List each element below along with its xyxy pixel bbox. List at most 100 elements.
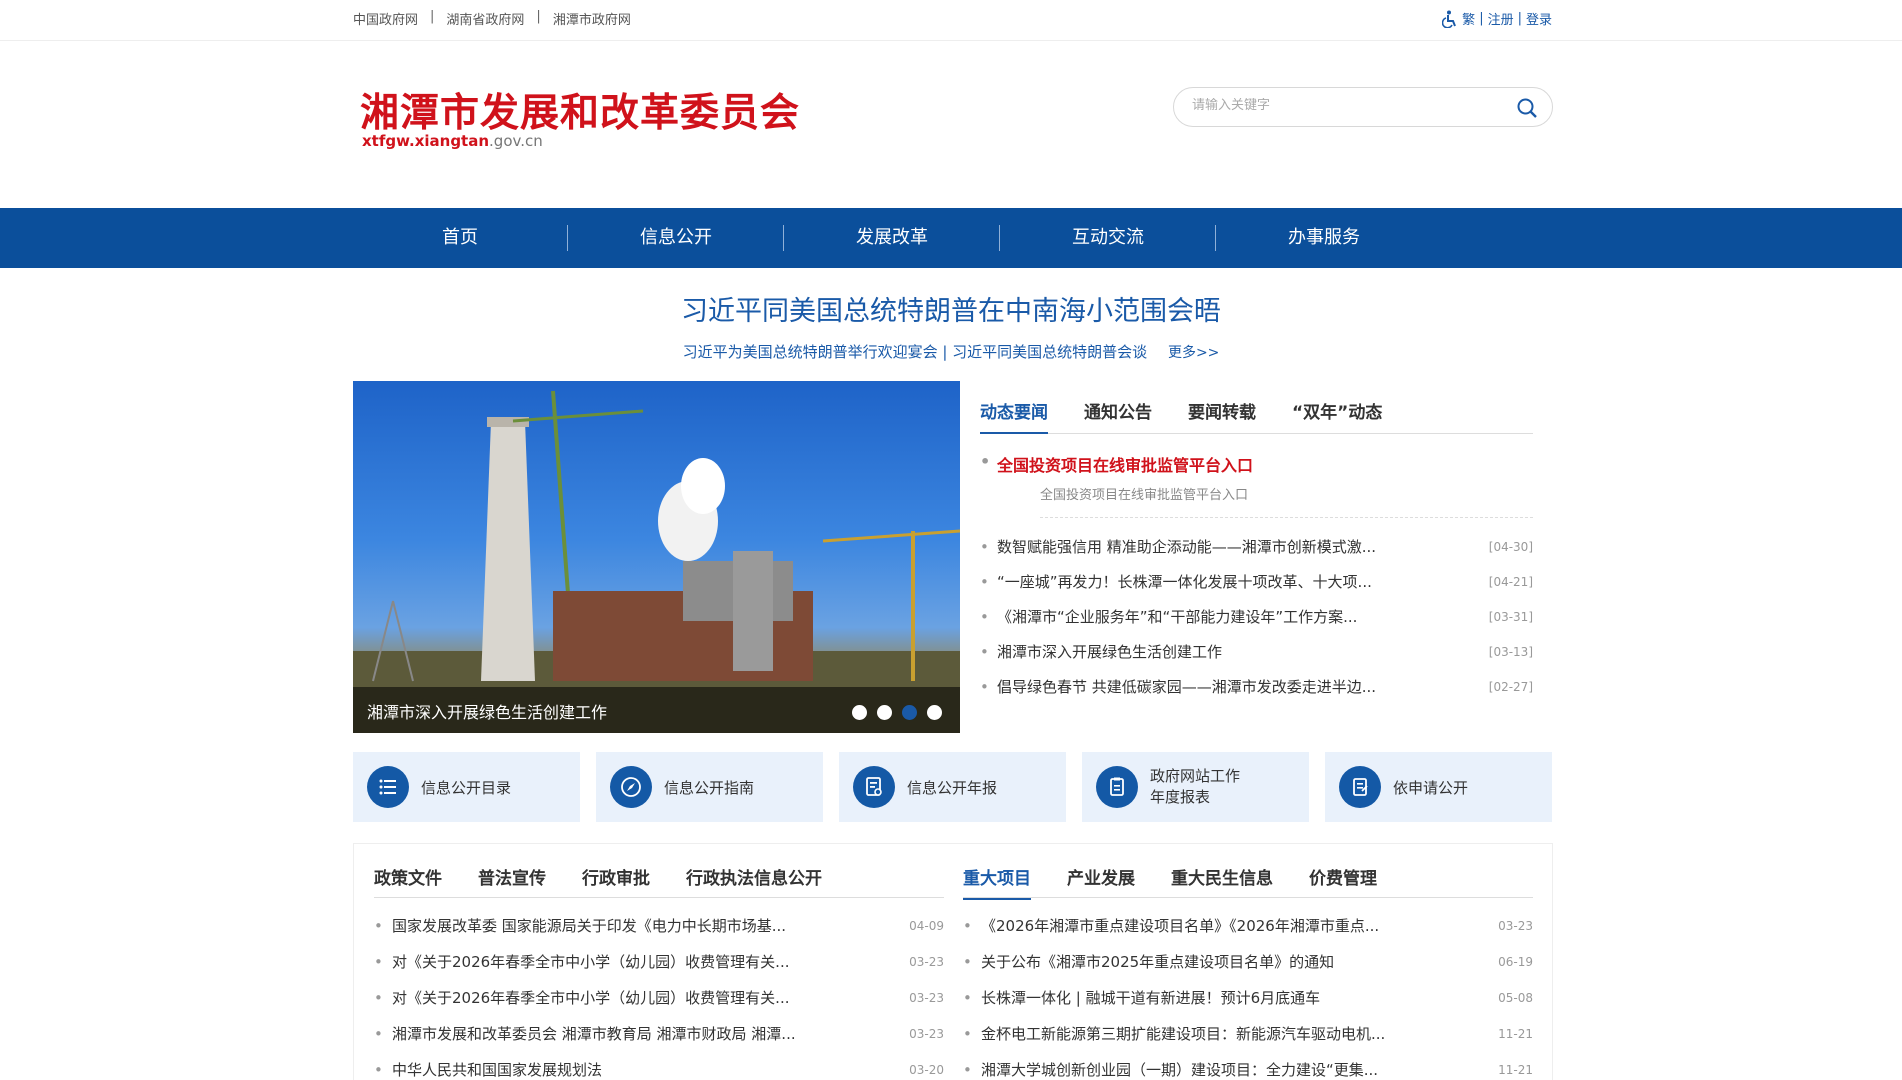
slider-dot[interactable] [877,705,892,720]
quick-link-guide[interactable]: 信息公开指南 [596,752,823,822]
quick-link-annual-report[interactable]: 信息公开年报 [839,752,1066,822]
item-date: 03-23 [1498,919,1533,933]
item-title[interactable]: 湘潭大学城创新创业园（一期）建设项目：全力建设“更集... [981,1052,1378,1080]
tab-policy-docs[interactable]: 政策文件 [374,864,442,900]
slider-dot[interactable] [852,705,867,720]
list-item[interactable]: 倡导绿色春节 共建低碳家园——湘潭市发改委走进半边... [02-27] [980,670,1533,705]
quick-link-catalog[interactable]: 信息公开目录 [353,752,580,822]
image-slider[interactable]: 湘潭市深入开展绿色生活创建工作 [353,381,960,733]
nav-services[interactable]: 办事服务 [1216,208,1432,268]
nav-label: 办事服务 [1288,227,1360,248]
list-item[interactable]: 关于公布《湘潭市2025年重点建设项目名单》的通知 06-19 [963,944,1533,980]
news-title[interactable]: 《湘潭市“企业服务年”和“干部能力建设年”工作方案... [997,600,1357,635]
item-title[interactable]: 金杯电工新能源第三期扩能建设项目：新能源汽车驱动电机... [981,1016,1385,1052]
quick-link-apply[interactable]: 依申请公开 [1325,752,1552,822]
list-item[interactable]: 中华人民共和国国家发展规划法 03-20 [374,1052,944,1080]
link-hunan-gov[interactable]: 湖南省政府网 [446,9,524,28]
item-title[interactable]: 关于公布《湘潭市2025年重点建设项目名单》的通知 [981,944,1334,980]
tab-industry[interactable]: 产业发展 [1067,864,1135,900]
slider-dot-active[interactable] [902,705,917,720]
item-title[interactable]: 中华人民共和国国家发展规划法 [392,1052,602,1080]
nav-info-disclosure[interactable]: 信息公开 [568,208,784,268]
search-input[interactable] [1192,98,1492,113]
tab-law-publicity[interactable]: 普法宣传 [478,864,546,900]
list-item[interactable]: 湘潭市深入开展绿色生活创建工作 [03-13] [980,635,1533,670]
list-item[interactable]: 《湘潭市“企业服务年”和“干部能力建设年”工作方案... [03-31] [980,600,1533,635]
quick-link-label: 依申请公开 [1393,779,1469,797]
separator: | [1517,11,1522,26]
accessibility-icon[interactable] [1442,10,1458,28]
login-link[interactable]: 登录 [1526,9,1552,28]
slide-caption[interactable]: 湘潭市深入开展绿色生活创建工作 [367,699,607,723]
item-title[interactable]: 长株潭一体化 | 融城干道有新进展！预计6月底通车 [981,980,1320,1016]
main-nav: 首页 信息公开 发展改革 互动交流 办事服务 [0,208,1902,268]
list-item[interactable]: 《2026年湘潭市重点建设项目名单》《2026年湘潭市重点... 03-23 [963,908,1533,944]
separator: | [1479,11,1484,26]
tab-price-management[interactable]: 价费管理 [1309,864,1377,900]
item-date: 11-21 [1498,1027,1533,1041]
tab-admin-approval[interactable]: 行政审批 [582,864,650,900]
tab-enforcement-info[interactable]: 行政执法信息公开 [686,864,822,900]
item-date: 03-20 [909,1063,944,1077]
headline-sub-links[interactable]: 习近平为美国总统特朗普举行欢迎宴会 | 习近平同美国总统特朗普会谈 [683,343,1148,361]
quick-link-label: 政府网站工作 年度报表 [1150,766,1240,808]
tab-reprints[interactable]: 要闻转载 [1188,398,1256,434]
top-right-links: 繁 | 注册 | 登录 [1442,9,1552,28]
domain-bold: xtfgw.xiangtan [362,132,490,150]
quick-link-line2: 年度报表 [1150,788,1211,806]
list-item[interactable]: “一座城”再发力！长株潭一体化发展十项改革、十大项... [04-21] [980,565,1533,600]
nav-label: 信息公开 [640,227,712,248]
more-link[interactable]: 更多>> [1168,345,1219,361]
policy-column: 政策文件 普法宣传 行政审批 行政执法信息公开 国家发展改革委 国家能源局关于印… [374,864,944,1080]
link-gov-cn[interactable]: 中国政府网 [353,9,418,28]
tab-livelihood[interactable]: 重大民生信息 [1171,864,1273,900]
list-item[interactable]: 金杯电工新能源第三期扩能建设项目：新能源汽车驱动电机... 11-21 [963,1016,1533,1052]
nav-label: 首页 [442,227,478,248]
news-title[interactable]: 数智赋能强信用 精准助企添动能——湘潭市创新模式激... [997,530,1376,565]
compass-icon [610,766,652,808]
tab-dynamic-news[interactable]: 动态要闻 [980,398,1048,434]
list-item[interactable]: 湘潭市发展和改革委员会 湘潭市教育局 湘潭市财政局 湘潭... 03-23 [374,1016,944,1052]
link-xiangtan-gov[interactable]: 湘潭市政府网 [553,9,631,28]
news-title[interactable]: 倡导绿色春节 共建低碳家园——湘潭市发改委走进半边... [997,670,1376,705]
list-item[interactable]: 数智赋能强信用 精准助企添动能——湘潭市创新模式激... [04-30] [980,530,1533,565]
slider-dot[interactable] [927,705,942,720]
featured-title[interactable]: 全国投资项目在线审批监管平台入口 [980,452,1533,476]
item-title[interactable]: 对《关于2026年春季全市中小学（幼儿园）收费管理有关... [392,944,789,980]
list-item[interactable]: 对《关于2026年春季全市中小学（幼儿园）收费管理有关... 03-23 [374,980,944,1016]
nav-label: 发展改革 [856,227,928,248]
nav-home[interactable]: 首页 [352,208,568,268]
traditional-chinese-link[interactable]: 繁 [1462,9,1475,28]
report-icon [853,766,895,808]
list-item[interactable]: 湘潭大学城创新创业园（一期）建设项目：全力建设“更集... 11-21 [963,1052,1533,1080]
news-date: [02-27] [1488,680,1533,694]
news-date: [04-21] [1488,575,1533,589]
nav-interaction[interactable]: 互动交流 [1000,208,1216,268]
headline-title[interactable]: 习近平同美国总统特朗普在中南海小范围会晤 [0,289,1902,328]
nav-development-reform[interactable]: 发展改革 [784,208,1000,268]
quick-link-line1: 政府网站工作 [1150,767,1241,785]
list-item[interactable]: 国家发展改革委 国家能源局关于印发《电力中长期市场基... 04-09 [374,908,944,944]
tab-major-projects[interactable]: 重大项目 [963,864,1031,900]
list-item[interactable]: 对《关于2026年春季全市中小学（幼儿园）收费管理有关... 03-23 [374,944,944,980]
item-title[interactable]: 国家发展改革委 国家能源局关于印发《电力中长期市场基... [392,908,786,944]
domain-rest: .gov.cn [489,132,543,150]
item-title[interactable]: 对《关于2026年春季全市中小学（幼儿园）收费管理有关... [392,980,789,1016]
item-title[interactable]: 《2026年湘潭市重点建设项目名单》《2026年湘潭市重点... [981,908,1379,944]
register-link[interactable]: 注册 [1488,9,1514,28]
tab-double-year[interactable]: “双年”动态 [1292,398,1382,434]
policy-tabs: 政策文件 普法宣传 行政审批 行政执法信息公开 [374,864,944,898]
list-item[interactable]: 长株潭一体化 | 融城干道有新进展！预计6月底通车 05-08 [963,980,1533,1016]
top-bar: 中国政府网 | 湖南省政府网 | 湘潭市政府网 繁 | 注册 | 登录 [0,0,1902,41]
headline-sub: 习近平为美国总统特朗普举行欢迎宴会 | 习近平同美国总统特朗普会谈 更多>> [0,341,1902,362]
featured-subtitle: 全国投资项目在线审批监管平台入口 [1040,484,1533,518]
news-title[interactable]: 湘潭市深入开展绿色生活创建工作 [997,635,1222,670]
site-title[interactable]: 湘潭市发展和改革委员会 [360,82,800,138]
search-icon[interactable] [1516,97,1538,119]
bottom-panel: 政策文件 普法宣传 行政审批 行政执法信息公开 国家发展改革委 国家能源局关于印… [353,843,1553,1080]
tab-notices[interactable]: 通知公告 [1084,398,1152,434]
news-date: [03-13] [1488,645,1533,659]
item-title[interactable]: 湘潭市发展和改革委员会 湘潭市教育局 湘潭市财政局 湘潭... [392,1016,796,1052]
news-title[interactable]: “一座城”再发力！长株潭一体化发展十项改革、十大项... [997,565,1372,600]
quick-link-website-report[interactable]: 政府网站工作 年度报表 [1082,752,1309,822]
